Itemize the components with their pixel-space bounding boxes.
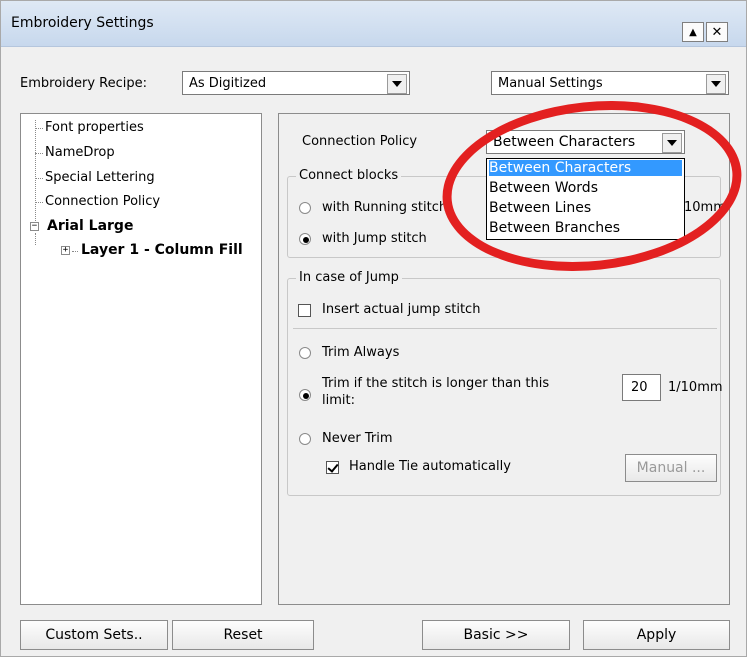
tree-connector [35, 202, 43, 203]
tree-connector [72, 251, 78, 252]
trim-always-radio[interactable] [299, 347, 311, 359]
tree-guide-line [35, 233, 36, 245]
option-between-lines[interactable]: Between Lines [489, 200, 591, 216]
jump-stitch-label[interactable]: with Jump stitch [322, 231, 427, 246]
trim-limit-value: 20 [631, 380, 648, 395]
tree-item-special-lettering[interactable]: Special Lettering [45, 170, 155, 185]
running-stitch-label[interactable]: with Running stitch [322, 200, 447, 215]
jump-case-legend: In case of Jump [296, 270, 402, 285]
option-between-characters[interactable]: Between Characters [489, 160, 682, 176]
title-bar: Embroidery Settings ▲ ✕ [1, 1, 746, 47]
collapse-node-icon[interactable]: − [30, 222, 39, 231]
tree-item-namedrop[interactable]: NameDrop [45, 145, 115, 160]
never-trim-label[interactable]: Never Trim [322, 431, 393, 446]
tree-item-font-properties[interactable]: Font properties [45, 120, 144, 135]
settings-tree[interactable]: Font properties NameDrop Special Letteri… [20, 113, 262, 605]
tree-item-font-node[interactable]: Arial Large [47, 218, 133, 234]
reset-button[interactable]: Reset [172, 620, 314, 650]
trim-if-longer-radio[interactable] [299, 389, 311, 401]
trim-if-longer-label-cont: limit: [322, 393, 355, 408]
tree-connector [35, 128, 43, 129]
trim-always-label[interactable]: Trim Always [322, 345, 399, 360]
manual-button[interactable]: Manual ... [625, 454, 717, 482]
tree-item-connection-policy[interactable]: Connection Policy [45, 194, 160, 209]
up-arrow-icon: ▲ [689, 26, 697, 38]
trim-limit-input[interactable]: 20 [622, 374, 661, 401]
option-between-words[interactable]: Between Words [489, 180, 598, 196]
settings-mode-select[interactable]: Manual Settings [491, 71, 729, 95]
recipe-dropdown-button[interactable] [387, 74, 407, 94]
trim-limit-unit: 1/10mm [668, 380, 723, 395]
settings-mode-value: Manual Settings [498, 76, 603, 91]
handle-tie-checkbox[interactable] [326, 461, 339, 474]
basic-button[interactable]: Basic >> [422, 620, 570, 650]
recipe-select-value: As Digitized [189, 76, 267, 91]
tree-item-layer-node[interactable]: Layer 1 - Column Fill [81, 242, 243, 258]
embroidery-settings-window: Embroidery Settings ▲ ✕ Embroidery Recip… [0, 0, 747, 657]
tree-connector [35, 153, 43, 154]
tree-connector [35, 178, 43, 179]
jump-stitch-radio[interactable] [299, 233, 311, 245]
collapse-button[interactable]: ▲ [682, 22, 704, 42]
option-between-branches[interactable]: Between Branches [489, 220, 620, 236]
connect-blocks-legend: Connect blocks [296, 168, 402, 183]
group-divider [293, 328, 717, 329]
window-title: Embroidery Settings [11, 15, 154, 31]
connection-policy-select[interactable]: Between Characters [486, 130, 685, 154]
running-stitch-radio[interactable] [299, 202, 311, 214]
recipe-select[interactable]: As Digitized [182, 71, 410, 95]
connection-policy-value: Between Characters [493, 134, 636, 150]
handle-tie-label[interactable]: Handle Tie automatically [349, 459, 511, 474]
insert-jump-label[interactable]: Insert actual jump stitch [322, 302, 480, 317]
never-trim-radio[interactable] [299, 433, 311, 445]
tree-guide-line [35, 120, 36, 221]
chevron-down-icon [711, 81, 721, 87]
connection-policy-dropdown-button[interactable] [662, 133, 682, 153]
recipe-label: Embroidery Recipe: [20, 76, 148, 91]
custom-sets-button[interactable]: Custom Sets.. [20, 620, 168, 650]
insert-jump-checkbox[interactable] [298, 304, 311, 317]
trim-if-longer-label[interactable]: Trim if the stitch is longer than this [322, 376, 549, 391]
chevron-down-icon [667, 140, 677, 146]
expand-node-icon[interactable]: + [61, 246, 70, 255]
close-icon: ✕ [711, 24, 723, 40]
apply-button[interactable]: Apply [583, 620, 730, 650]
chevron-down-icon [392, 81, 402, 87]
connection-policy-dropdown-list[interactable]: Between Characters Between Words Between… [486, 158, 685, 240]
connection-policy-label: Connection Policy [302, 134, 418, 149]
close-button[interactable]: ✕ [706, 22, 728, 42]
settings-mode-dropdown-button[interactable] [706, 74, 726, 94]
connect-unit-label: 10mm [684, 200, 726, 215]
